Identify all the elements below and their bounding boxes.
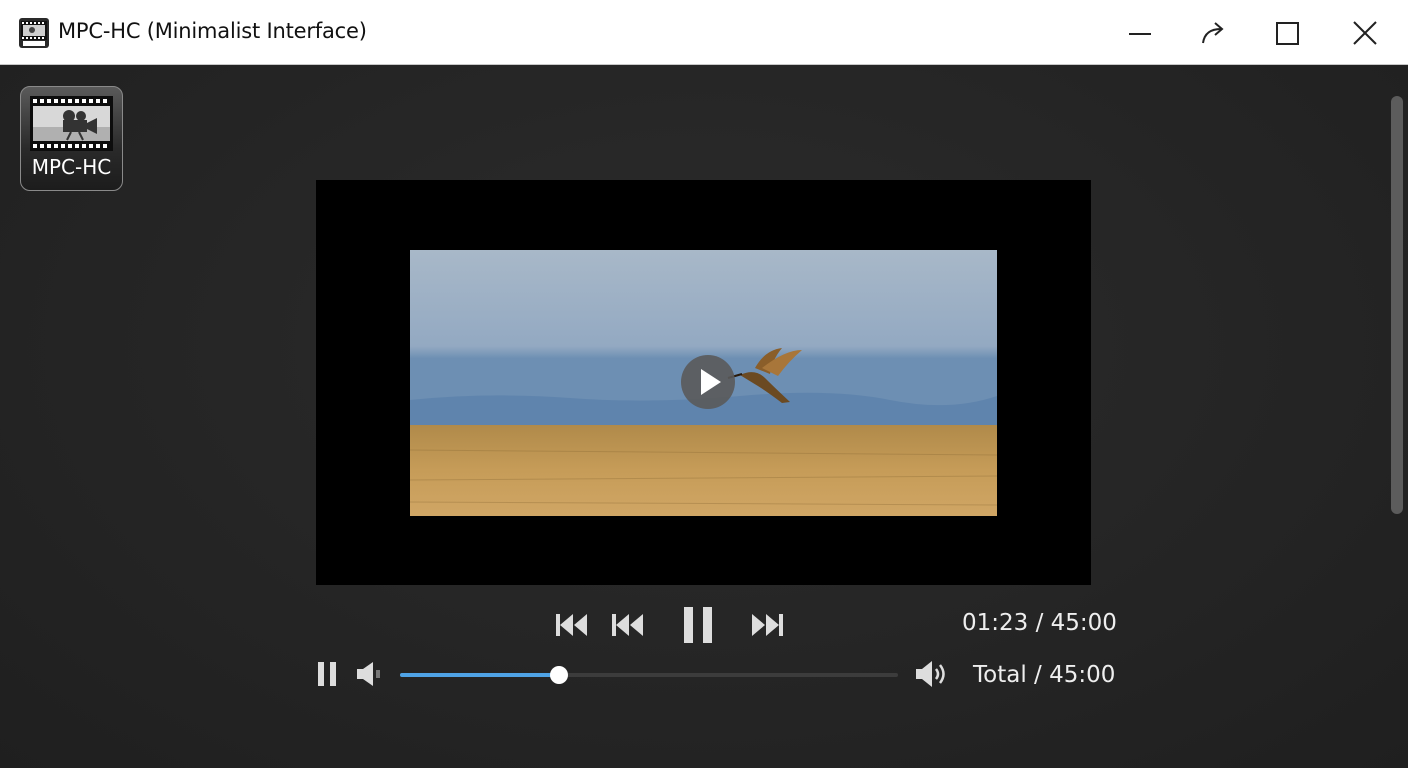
redo-button[interactable] <box>1193 14 1233 52</box>
pause-small-icon <box>318 662 336 686</box>
rewind-button[interactable] <box>610 610 646 640</box>
skip-forward-button[interactable] <box>750 610 786 640</box>
play-icon <box>701 369 721 395</box>
skip-back-button[interactable] <box>553 610 589 640</box>
close-icon <box>1353 21 1377 45</box>
redo-arrow-icon <box>1202 22 1224 44</box>
skip-forward-icon <box>752 614 783 636</box>
mpc-hc-shortcut[interactable]: MPC-HC <box>20 86 123 191</box>
skip-back-icon <box>556 614 587 636</box>
vertical-scrollbar[interactable] <box>1391 96 1403 514</box>
total-time: Total / 45:00 <box>973 662 1116 688</box>
title-bar: MPC-HC (Minimalist Interface) <box>0 0 1408 65</box>
pause-small-button[interactable] <box>316 661 340 687</box>
maximize-button[interactable] <box>1267 14 1307 52</box>
maximize-icon <box>1276 22 1299 45</box>
seek-progress-fill <box>400 673 560 677</box>
volume-button[interactable] <box>914 659 952 689</box>
seek-bar[interactable] <box>400 666 898 684</box>
play-overlay-button[interactable] <box>681 355 735 409</box>
close-button[interactable] <box>1345 14 1385 52</box>
minimize-icon <box>1129 33 1151 35</box>
volume-low-icon <box>357 662 380 686</box>
minimize-button[interactable] <box>1120 14 1160 52</box>
app-icon <box>19 18 49 48</box>
pause-icon <box>684 607 712 643</box>
mute-button[interactable] <box>355 660 385 688</box>
film-camera-icon <box>30 96 113 151</box>
rewind-icon <box>612 614 643 636</box>
window-title: MPC-HC (Minimalist Interface) <box>58 19 367 43</box>
pause-button[interactable] <box>682 605 716 645</box>
current-time: 01:23 / 45:00 <box>962 610 1117 636</box>
volume-high-icon <box>916 661 945 687</box>
shortcut-label: MPC-HC <box>31 155 112 179</box>
